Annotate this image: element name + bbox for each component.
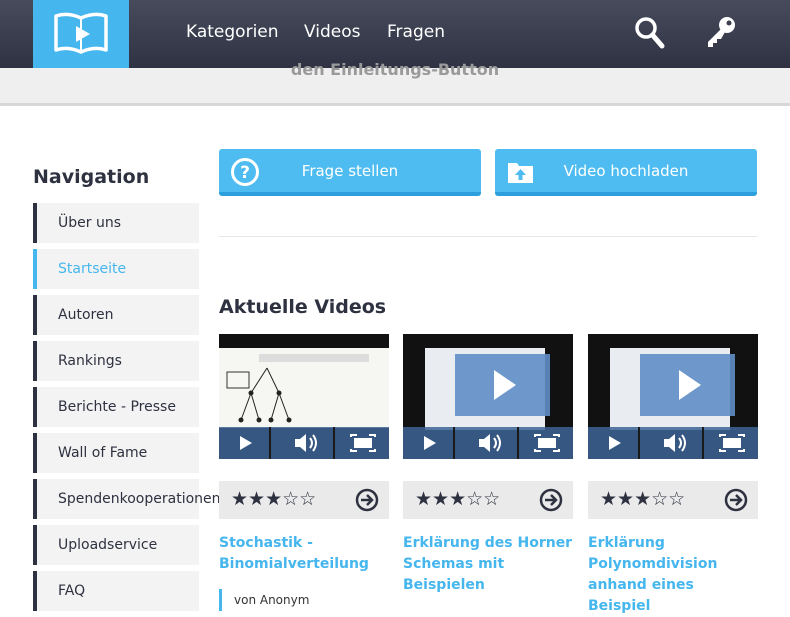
nav-videos[interactable]: Videos	[304, 22, 361, 42]
sidebar-item-uploadservice[interactable]: Uploadservice	[33, 525, 199, 565]
book-play-icon	[54, 12, 108, 54]
section-title-videos: Aktuelle Videos	[219, 296, 387, 318]
sidebar-item-autoren[interactable]: Autoren	[33, 295, 199, 335]
sidebar-title: Navigation	[33, 166, 150, 188]
arrow-right-circle-icon[interactable]	[355, 488, 379, 516]
video-title[interactable]: Erklärung Polynomdivision anhand eines B…	[588, 533, 758, 617]
sidebar-item-startseite[interactable]: Startseite	[33, 249, 199, 289]
upload-video-button[interactable]: Video hochladen	[495, 149, 757, 196]
player-controls	[403, 427, 573, 459]
video-preview-image	[219, 348, 389, 428]
video-thumbnail[interactable]	[219, 334, 389, 459]
rating-stars: ★★★☆☆	[231, 488, 317, 510]
ask-question-label: Frage stellen	[301, 162, 399, 180]
big-play-icon[interactable]	[640, 354, 735, 416]
fullscreen-icon[interactable]	[706, 427, 758, 459]
big-play-icon[interactable]	[455, 354, 550, 416]
volume-icon[interactable]	[650, 427, 704, 459]
video-thumbnail[interactable]	[588, 334, 758, 459]
play-icon[interactable]	[403, 427, 455, 459]
sidebar-item-spendenkooperationen[interactable]: Spendenkooperationen	[33, 479, 221, 519]
sidebar-item-rankings[interactable]: Rankings	[33, 341, 199, 381]
arrow-right-circle-icon[interactable]	[539, 488, 563, 516]
rating-bar: ★★★☆☆	[219, 481, 389, 519]
rating-bar: ★★★☆☆	[588, 481, 758, 519]
rating-stars: ★★★☆☆	[600, 488, 686, 510]
nav-kategorien[interactable]: Kategorien	[186, 22, 279, 42]
fullscreen-icon[interactable]	[337, 427, 389, 459]
nav-fragen[interactable]: Fragen	[387, 22, 445, 42]
rating-stars: ★★★☆☆	[415, 488, 501, 510]
upload-video-label: Video hochladen	[563, 162, 689, 180]
player-controls	[219, 427, 389, 459]
video-title[interactable]: Stochastik - Binomialverteilung	[219, 533, 389, 575]
search-icon[interactable]	[634, 16, 666, 54]
intro-band-text: den Einleitungs-Button	[290, 60, 500, 79]
content-divider	[219, 236, 757, 237]
video-thumbnail[interactable]	[403, 334, 573, 459]
fullscreen-icon[interactable]	[521, 427, 573, 459]
key-icon[interactable]	[704, 14, 738, 54]
ask-question-button[interactable]: ? Frage stellen	[219, 149, 481, 196]
player-controls	[588, 427, 758, 459]
volume-icon[interactable]	[465, 427, 519, 459]
sidebar-item-ueber-uns[interactable]: Über uns	[33, 203, 199, 243]
sidebar-item-berichte-presse[interactable]: Berichte - Presse	[33, 387, 199, 427]
play-icon[interactable]	[219, 427, 271, 459]
arrow-right-circle-icon[interactable]	[724, 488, 748, 516]
volume-icon[interactable]	[281, 427, 335, 459]
sidebar-item-wall-of-fame[interactable]: Wall of Fame	[33, 433, 199, 473]
rating-bar: ★★★☆☆	[403, 481, 573, 519]
video-title[interactable]: Erklärung des Horner Schemas mit Beispie…	[403, 533, 573, 596]
play-icon[interactable]	[588, 427, 640, 459]
video-author: von Anonym	[219, 589, 309, 611]
sidebar-item-faq[interactable]: FAQ	[33, 571, 199, 611]
intro-band: den Einleitungs-Button	[0, 60, 790, 106]
